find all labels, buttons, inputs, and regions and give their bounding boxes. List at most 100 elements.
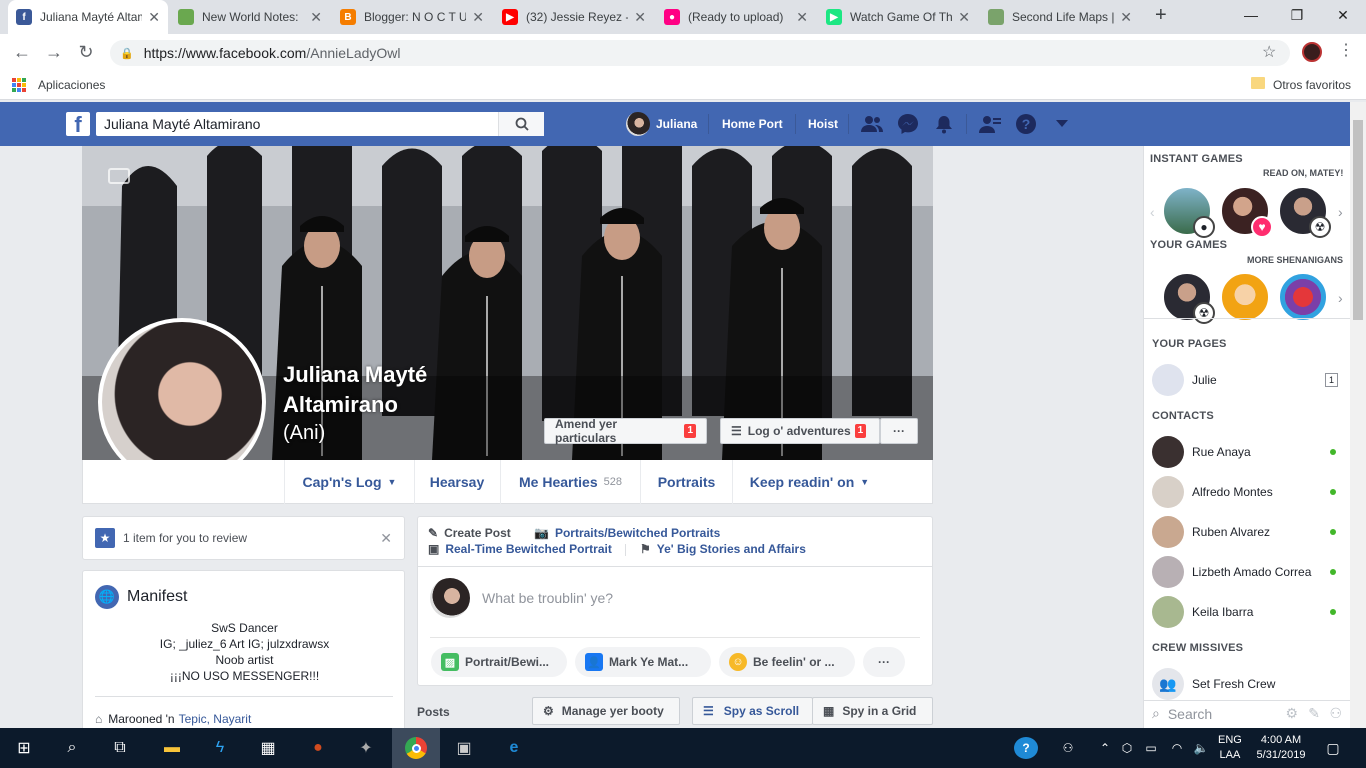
manage-posts-button[interactable]: ⚙ Manage yer booty: [532, 697, 680, 725]
game-thumbnail[interactable]: [1220, 272, 1270, 322]
contact-item[interactable]: Keila Ibarra: [1152, 596, 1342, 628]
feeling-activity-button[interactable]: ☺ Be feelin' or ...: [719, 647, 855, 677]
photo-album-tab[interactable]: 📷 Portraits/Bewitched Portraits: [534, 526, 720, 540]
bookmark-other[interactable]: Otros favoritos: [1273, 78, 1351, 92]
edit-profile-button[interactable]: Amend yer particulars 1: [544, 417, 707, 445]
browser-tab[interactable]: ▶ Watch Game Of Thr ✕: [818, 0, 978, 34]
edge-icon[interactable]: e: [490, 728, 538, 768]
contact-item[interactable]: Rue Anaya: [1152, 436, 1342, 468]
close-tab-icon[interactable]: ✕: [796, 9, 808, 26]
profile-tab[interactable]: Keep readin' on ▼: [732, 460, 886, 504]
task-view-icon[interactable]: ⧉: [96, 728, 144, 768]
notifications-bell-icon[interactable]: [932, 112, 956, 136]
menu-kebab-icon[interactable]: ⋮: [1338, 40, 1354, 60]
chat-search-input[interactable]: Search: [1168, 706, 1212, 722]
battery-icon[interactable]: ▭: [1142, 736, 1160, 760]
people-icon[interactable]: ⚇: [1058, 736, 1078, 760]
messenger-icon[interactable]: [896, 112, 920, 136]
grid-view-button[interactable]: ▦ Spy in a Grid: [812, 697, 933, 725]
close-tab-icon[interactable]: ✕: [958, 9, 970, 26]
contact-item[interactable]: Lizbeth Amado Correa: [1152, 556, 1342, 588]
chevron-up-icon[interactable]: ⌃: [1096, 736, 1114, 760]
wifi-icon[interactable]: ◠: [1168, 736, 1186, 760]
search-input[interactable]: Juliana Mayté Altamirano: [96, 116, 498, 132]
create-post-tab[interactable]: ✎ Create Post: [428, 526, 511, 540]
forward-icon[interactable]: →: [42, 40, 66, 64]
browser-tab[interactable]: B Blogger: N O C T U ✕: [332, 0, 492, 34]
contact-item[interactable]: Ruben Alvarez: [1152, 516, 1342, 548]
help-icon[interactable]: ?: [1014, 112, 1038, 136]
page-item[interactable]: Julie 1: [1152, 364, 1342, 396]
nav-hoist-link[interactable]: Hoist: [808, 102, 838, 146]
profile-tab[interactable]: Hearsay: [414, 460, 499, 504]
search-icon[interactable]: ⌕: [48, 728, 96, 768]
volume-icon[interactable]: 🔈: [1192, 736, 1210, 760]
review-card[interactable]: ★ 1 item for you to review ✕: [82, 516, 405, 560]
reload-icon[interactable]: ↻: [74, 40, 98, 64]
create-group-item[interactable]: 👥 Set Fresh Crew: [1152, 668, 1342, 700]
browser-tab[interactable]: ● (Ready to upload) ✕: [656, 0, 816, 34]
close-window-icon[interactable]: ✕: [1320, 0, 1366, 30]
browser-tab[interactable]: ▶ (32) Jessie Reyez - ✕: [494, 0, 654, 34]
activity-log-button[interactable]: ☰ Log o' adventures 1: [720, 418, 880, 444]
file-explorer-icon[interactable]: ▬: [148, 728, 196, 768]
app-icon[interactable]: ✦: [342, 728, 390, 768]
help-icon[interactable]: ?: [1014, 737, 1038, 759]
bookmark-apps[interactable]: Aplicaciones: [38, 78, 105, 92]
list-view-button[interactable]: ☰ Spy as Scroll: [692, 697, 813, 725]
facebook-search[interactable]: Juliana Mayté Altamirano: [96, 112, 544, 136]
windows-start-icon[interactable]: ⊞: [0, 728, 48, 768]
language-indicator[interactable]: ENG LAA: [1218, 733, 1242, 763]
chevron-right-icon[interactable]: ›: [1338, 204, 1343, 220]
live-video-tab[interactable]: ▣ Real-Time Bewitched Portrait: [428, 542, 612, 556]
maximize-icon[interactable]: ❐: [1274, 0, 1320, 30]
browser-tab[interactable]: Second Life Maps | ✕: [980, 0, 1140, 34]
chrome-icon[interactable]: [392, 728, 440, 768]
find-friends-icon[interactable]: [978, 112, 1002, 136]
close-tab-icon[interactable]: ✕: [310, 9, 322, 26]
profile-avatar-icon[interactable]: [1302, 42, 1322, 62]
contact-item[interactable]: Alfredo Montes: [1152, 476, 1342, 508]
facebook-logo-icon[interactable]: f: [66, 112, 90, 136]
profile-tab[interactable]: Portraits: [640, 460, 732, 504]
minimize-icon[interactable]: —: [1228, 0, 1274, 30]
add-friends-icon[interactable]: ⚇: [1329, 705, 1342, 722]
gear-icon[interactable]: ⚙: [1285, 705, 1298, 722]
post-input[interactable]: What be troublin' ye?: [482, 590, 613, 606]
app-icon[interactable]: ▣: [440, 728, 488, 768]
browser-tab[interactable]: f Juliana Mayté Altami ✕: [8, 0, 168, 34]
read-on-link[interactable]: READ ON, MATEY!: [1263, 168, 1343, 178]
close-icon[interactable]: ✕: [380, 530, 392, 547]
close-tab-icon[interactable]: ✕: [634, 9, 646, 26]
store-icon[interactable]: ▦: [244, 728, 292, 768]
photo-video-button[interactable]: ▨ Portrait/Bewi...: [431, 647, 567, 677]
camera-icon[interactable]: [108, 168, 130, 184]
tag-friends-button[interactable]: 👤 Mark Ye Mat...: [575, 647, 711, 677]
account-menu-caret-icon[interactable]: [1050, 112, 1074, 136]
location-link[interactable]: Tepic, Nayarit: [179, 712, 252, 726]
game-thumbnail[interactable]: [1278, 272, 1328, 322]
compose-icon[interactable]: ✎: [1308, 705, 1320, 722]
close-tab-icon[interactable]: ✕: [1120, 9, 1132, 26]
address-bar[interactable]: 🔒 https://www.facebook.com/AnnieLadyOwl: [110, 40, 1290, 66]
nav-home-link[interactable]: Home Port: [722, 102, 783, 146]
more-games-link[interactable]: MORE SHENANIGANS: [1247, 255, 1343, 265]
profile-tab[interactable]: Cap'n's Log ▼: [284, 460, 414, 504]
life-event-tab[interactable]: ⚑ Ye' Big Stories and Affairs: [640, 542, 806, 556]
close-tab-icon[interactable]: ✕: [472, 9, 484, 26]
search-icon[interactable]: [498, 112, 544, 136]
clock[interactable]: 4:00 AM 5/31/2019: [1252, 733, 1310, 763]
chevron-left-icon[interactable]: ‹: [1150, 204, 1155, 220]
close-tab-icon[interactable]: ✕: [148, 9, 160, 26]
app-icon[interactable]: ϟ: [196, 728, 244, 768]
chevron-right-icon[interactable]: ›: [1338, 290, 1343, 306]
notifications-icon[interactable]: ▢: [1322, 736, 1344, 760]
friend-requests-icon[interactable]: [860, 112, 884, 136]
scrollbar-thumb[interactable]: [1353, 120, 1363, 320]
more-options-button[interactable]: ···: [880, 418, 918, 444]
more-composer-options-button[interactable]: ···: [863, 647, 905, 677]
app-icon[interactable]: ●: [294, 728, 342, 768]
profile-tab[interactable]: Me Hearties 528: [500, 460, 640, 504]
nav-profile-link[interactable]: Juliana: [626, 102, 697, 146]
back-icon[interactable]: ←: [10, 40, 34, 64]
